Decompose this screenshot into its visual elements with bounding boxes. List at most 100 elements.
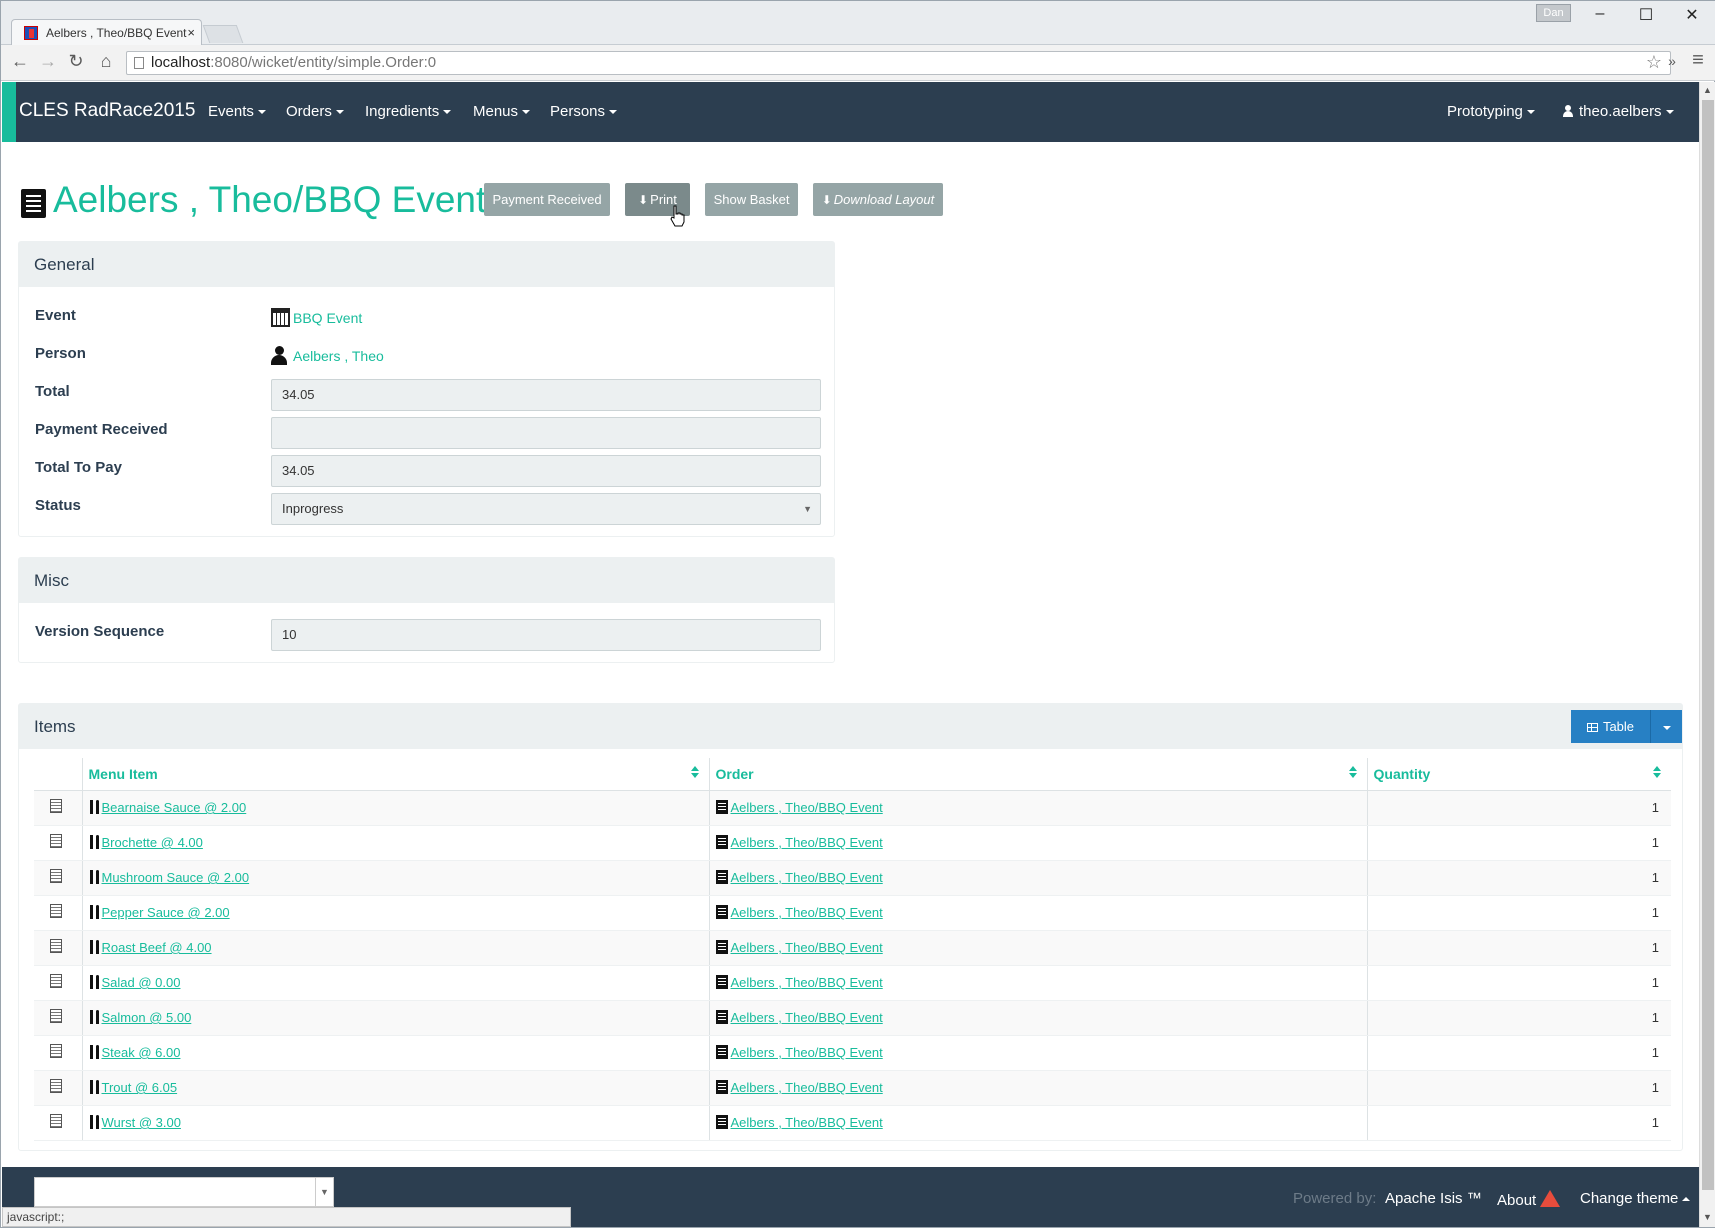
download-layout-button[interactable]: ⬇ Download Layout xyxy=(813,183,943,216)
isis-favicon-icon xyxy=(24,26,38,40)
order-link[interactable]: Aelbers , Theo/BBQ Event xyxy=(731,940,883,955)
tab-close-icon[interactable]: × xyxy=(187,20,195,46)
browser-menu-icon[interactable]: ≡ xyxy=(1687,49,1709,72)
user-menu[interactable]: theo.aelbers xyxy=(1563,103,1674,120)
maximize-icon[interactable]: ☐ xyxy=(1626,5,1666,25)
view-row-icon[interactable] xyxy=(50,834,62,848)
nav-menu-label: Menus xyxy=(473,103,519,120)
new-tab-button[interactable] xyxy=(202,25,244,43)
status-select[interactable]: Inprogress ▼ xyxy=(271,493,821,525)
menu-item-link[interactable]: Wurst @ 3.00 xyxy=(102,1115,181,1130)
scroll-down-icon[interactable]: ▼ xyxy=(1703,1212,1712,1222)
menu-item-link[interactable]: Pepper Sauce @ 2.00 xyxy=(102,905,230,920)
view-row-icon[interactable] xyxy=(50,974,62,988)
payment-received-button[interactable]: Payment Received xyxy=(484,183,610,216)
home-icon[interactable]: ⌂ xyxy=(95,51,117,72)
nav-menu-prototyping[interactable]: Prototyping xyxy=(1447,103,1535,120)
address-bar[interactable]: localhost:8080/wicket/entity/simple.Orde… xyxy=(126,51,1671,75)
nav-menu-ingredients[interactable]: Ingredients xyxy=(365,103,452,120)
total-to-pay-field[interactable]: 34.05 xyxy=(271,455,821,487)
nav-menu-label: Persons xyxy=(550,103,606,120)
url-host: localhost xyxy=(151,54,211,71)
menu-item-cell: Mushroom Sauce @ 2.00 xyxy=(81,860,709,896)
forward-arrow-icon[interactable]: → xyxy=(37,51,59,72)
nav-menu-persons[interactable]: Persons xyxy=(550,103,618,120)
order-link[interactable]: Aelbers , Theo/BBQ Event xyxy=(731,800,883,815)
general-panel-heading: General xyxy=(19,242,834,287)
apache-isis-link[interactable]: Apache Isis ™ xyxy=(1385,1190,1482,1207)
warning-icon xyxy=(1540,1190,1561,1207)
table-row: Salad @ 0.00 Aelbers , Theo/BBQ Event 1 xyxy=(34,965,1671,1001)
close-window-icon[interactable]: ✕ xyxy=(1672,5,1712,25)
total-field[interactable]: 34.05 xyxy=(271,379,821,411)
quantity-cell: 1 xyxy=(1366,860,1671,896)
nav-menu-orders[interactable]: Orders xyxy=(286,103,344,120)
view-row-icon[interactable] xyxy=(50,869,62,883)
nav-menu-label: Events xyxy=(208,103,254,120)
order-link[interactable]: Aelbers , Theo/BBQ Event xyxy=(731,1045,883,1060)
table-view-button[interactable]: Table xyxy=(1571,710,1650,743)
extensions-overflow-icon[interactable]: » xyxy=(1661,53,1683,69)
version-sequence-field[interactable]: 10 xyxy=(271,619,821,651)
order-cell: Aelbers , Theo/BBQ Event xyxy=(708,895,1367,931)
footer-select[interactable]: ▼ xyxy=(34,1177,334,1207)
order-link[interactable]: Aelbers , Theo/BBQ Event xyxy=(731,1080,883,1095)
person-link[interactable]: Aelbers , Theo xyxy=(271,346,384,365)
back-arrow-icon[interactable]: ← xyxy=(9,51,31,72)
order-link[interactable]: Aelbers , Theo/BBQ Event xyxy=(731,870,883,885)
fork-knife-icon xyxy=(89,975,100,989)
reload-icon[interactable]: ↻ xyxy=(65,51,87,72)
fork-knife-icon xyxy=(89,1010,100,1024)
total-label: Total xyxy=(35,383,70,400)
menu-item-link[interactable]: Brochette @ 4.00 xyxy=(102,835,203,850)
column-header-order[interactable]: Order xyxy=(708,758,1367,791)
view-row-icon[interactable] xyxy=(50,1044,62,1058)
row-icon-cell xyxy=(34,1035,82,1071)
about-link[interactable]: About xyxy=(1497,1190,1561,1209)
view-row-icon[interactable] xyxy=(50,939,62,953)
event-link[interactable]: BBQ Event xyxy=(271,308,362,327)
caret-down-icon xyxy=(335,110,344,115)
menu-item-link[interactable]: Salmon @ 5.00 xyxy=(102,1010,192,1025)
menu-item-link[interactable]: Roast Beef @ 4.00 xyxy=(102,940,212,955)
menu-item-link[interactable]: Salad @ 0.00 xyxy=(102,975,181,990)
order-link[interactable]: Aelbers , Theo/BBQ Event xyxy=(731,905,883,920)
order-link[interactable]: Aelbers , Theo/BBQ Event xyxy=(731,835,883,850)
order-link[interactable]: Aelbers , Theo/BBQ Event xyxy=(731,1010,883,1025)
column-header-menu-item[interactable]: Menu Item xyxy=(81,758,709,791)
fork-knife-icon xyxy=(89,800,100,814)
misc-panel-heading: Misc xyxy=(19,558,834,603)
scroll-up-icon[interactable]: ▲ xyxy=(1703,85,1712,95)
show-basket-button[interactable]: Show Basket xyxy=(705,183,798,216)
minimize-icon[interactable]: – xyxy=(1580,5,1620,23)
nav-menu-menus[interactable]: Menus xyxy=(473,103,531,120)
nav-menu-label: Orders xyxy=(286,103,332,120)
menu-item-link[interactable]: Bearnaise Sauce @ 2.00 xyxy=(102,800,247,815)
menu-item-link[interactable]: Trout @ 6.05 xyxy=(102,1080,178,1095)
column-header-quantity[interactable]: Quantity xyxy=(1366,758,1671,791)
sort-icon[interactable] xyxy=(1653,766,1661,780)
app-brand[interactable]: CLES RadRace2015 xyxy=(19,100,195,122)
order-link[interactable]: Aelbers , Theo/BBQ Event xyxy=(731,1115,883,1130)
view-options-dropdown[interactable] xyxy=(1650,710,1682,743)
view-row-icon[interactable] xyxy=(50,799,62,813)
browser-tab[interactable]: Aelbers , Theo/BBQ Event × xyxy=(11,19,202,46)
person-label: Person xyxy=(35,345,86,362)
change-theme-menu[interactable]: Change theme xyxy=(1580,1190,1691,1207)
quantity-cell: 1 xyxy=(1366,825,1671,861)
profile-badge[interactable]: Dan xyxy=(1536,4,1571,22)
vertical-scrollbar[interactable]: ▲ ▼ xyxy=(1699,82,1715,1227)
sort-icon[interactable] xyxy=(690,766,699,780)
bookmark-star-icon[interactable]: ☆ xyxy=(1646,51,1662,73)
view-row-icon[interactable] xyxy=(50,1079,62,1093)
order-link[interactable]: Aelbers , Theo/BBQ Event xyxy=(731,975,883,990)
sort-icon[interactable] xyxy=(1348,766,1357,780)
menu-item-link[interactable]: Mushroom Sauce @ 2.00 xyxy=(102,870,250,885)
menu-item-link[interactable]: Steak @ 6.00 xyxy=(102,1045,181,1060)
view-row-icon[interactable] xyxy=(50,1009,62,1023)
view-row-icon[interactable] xyxy=(50,1114,62,1128)
view-row-icon[interactable] xyxy=(50,904,62,918)
scrollbar-thumb[interactable] xyxy=(1702,100,1714,1190)
nav-menu-events[interactable]: Events xyxy=(208,103,266,120)
payment-received-field[interactable] xyxy=(271,417,821,449)
